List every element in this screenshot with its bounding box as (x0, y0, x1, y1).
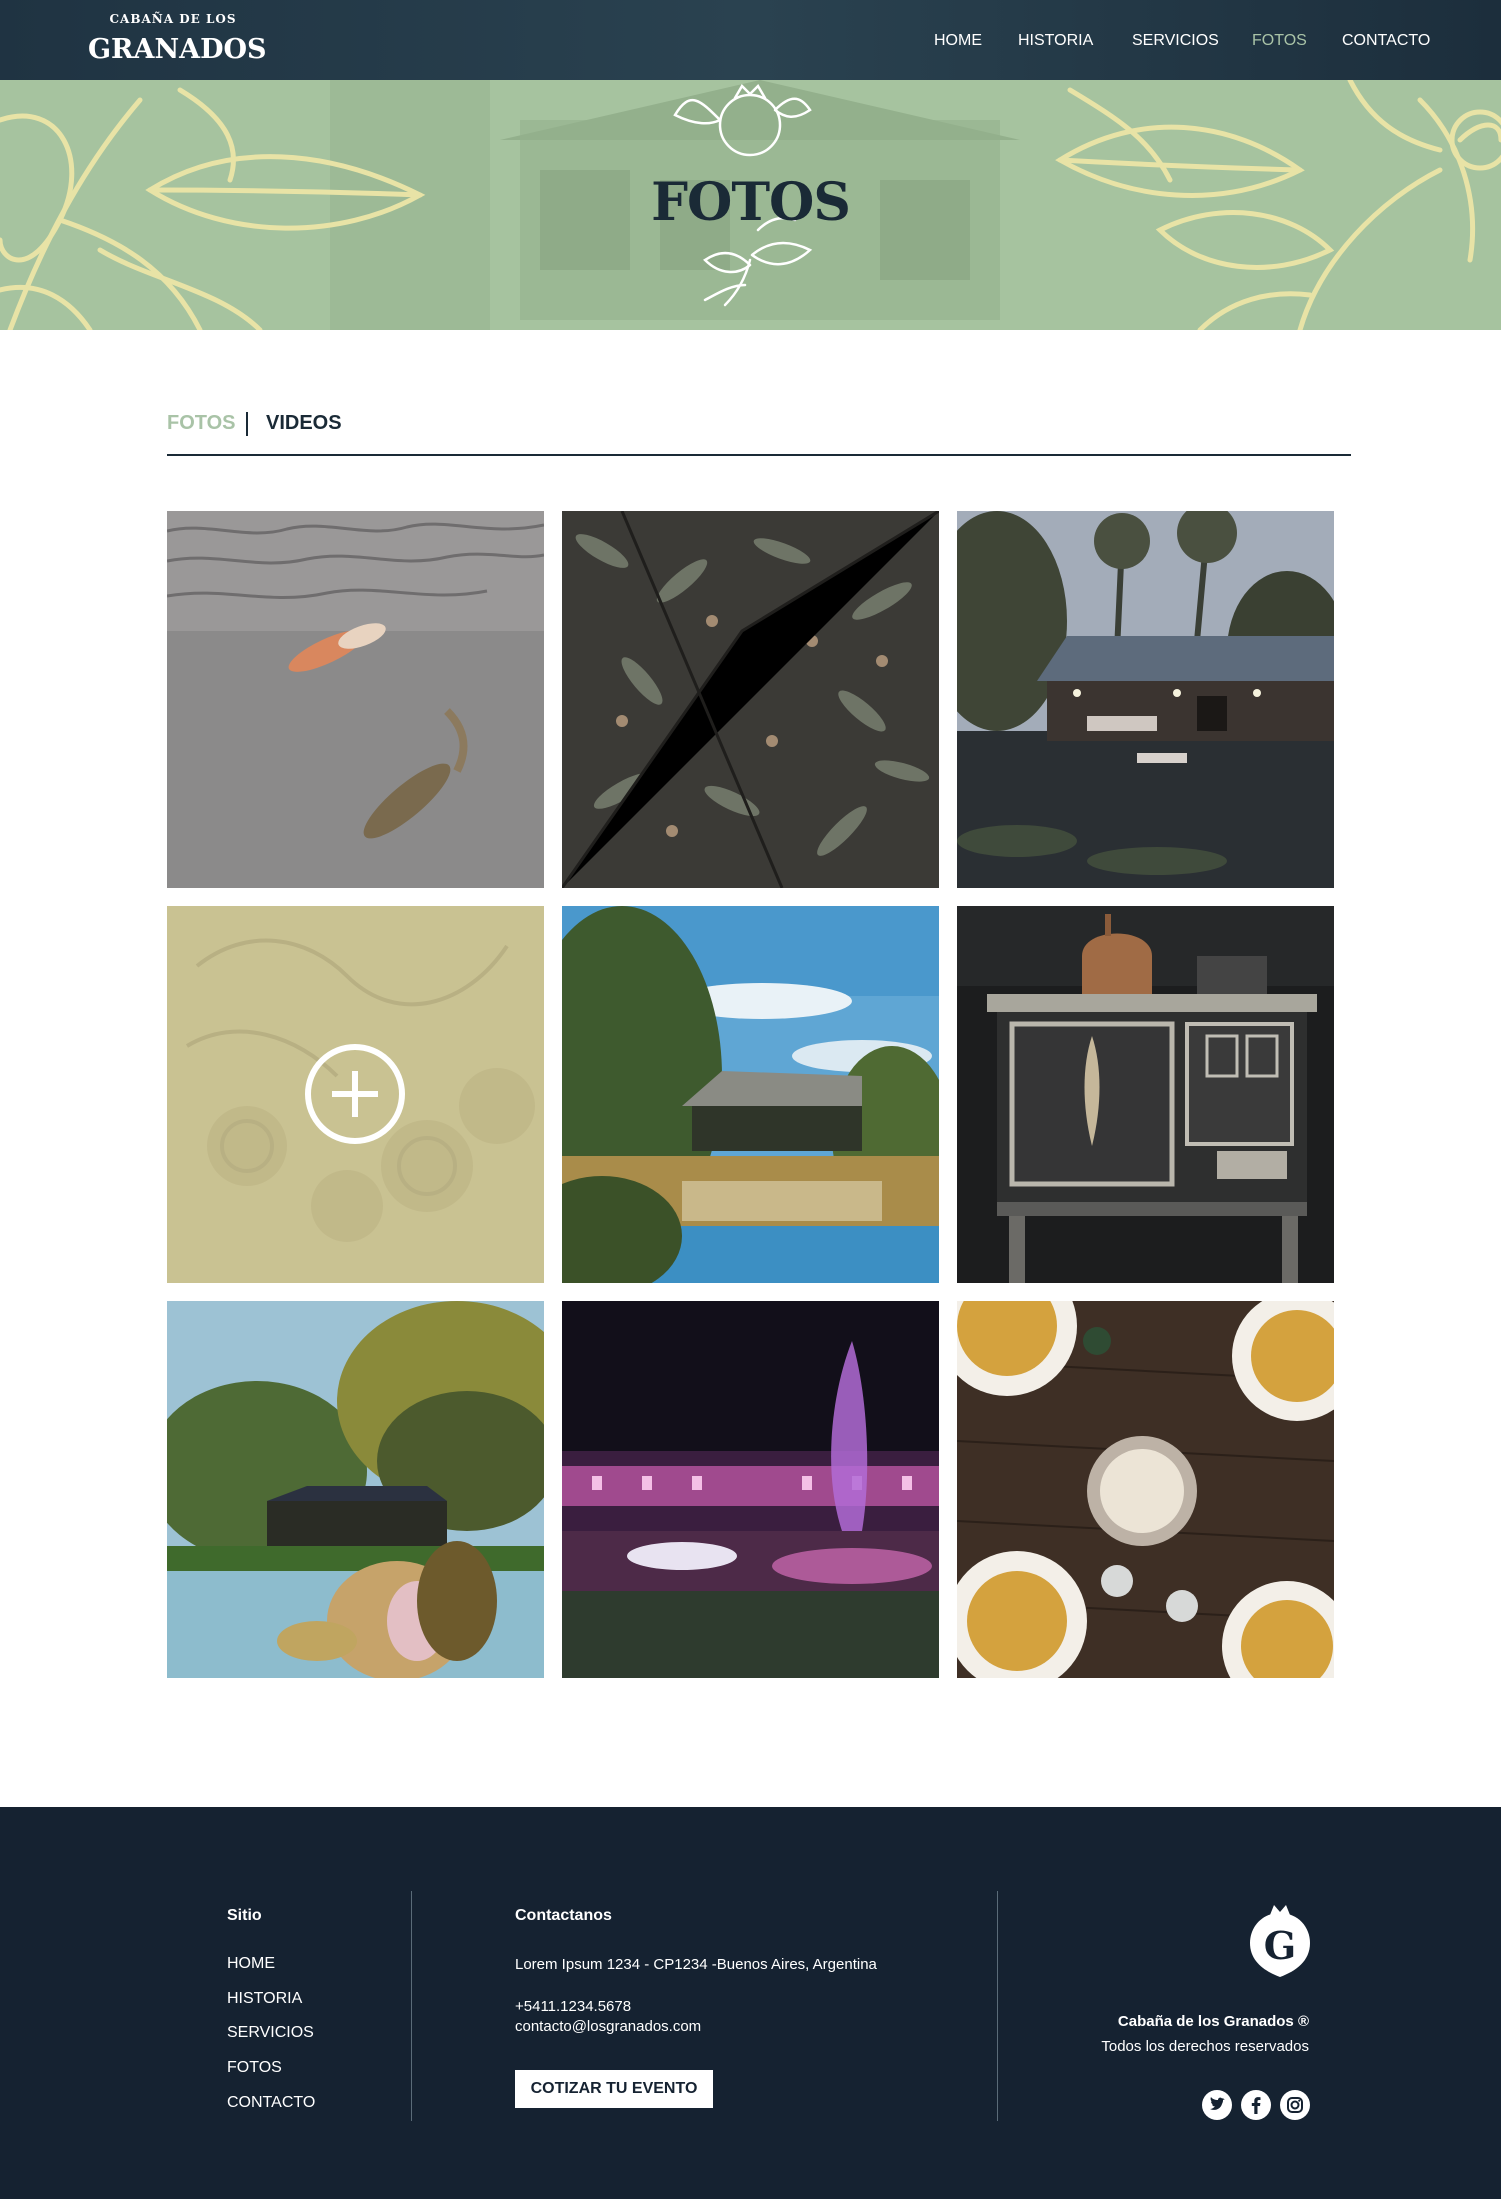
antique-stove-image (957, 906, 1334, 1283)
gallery-photo-cabin-lake[interactable] (957, 511, 1334, 888)
footer-divider-left (411, 1891, 412, 2121)
page-title: FOTOS (651, 172, 851, 233)
tab-separator (246, 412, 248, 436)
twitter-icon[interactable] (1202, 2090, 1232, 2120)
footer-link-servicios[interactable]: SERVICIOS (227, 2024, 314, 2042)
gallery-photo-garden-flowers[interactable] (167, 1301, 544, 1678)
gallery-photo-olive-tree[interactable] (562, 511, 939, 888)
hero-banner: FOTOS (0, 80, 1501, 330)
gallery-photo-antique-stove[interactable] (957, 906, 1334, 1283)
fountain-night-image (562, 1301, 939, 1678)
site-footer: Sitio HOME HISTORIA SERVICIOS FOTOS CONT… (0, 1807, 1501, 2199)
svg-text:G: G (1264, 1923, 1296, 1968)
nav-contacto[interactable]: CONTACTO (1342, 32, 1430, 50)
plus-circle-icon[interactable] (305, 1044, 405, 1144)
footer-link-fotos[interactable]: FOTOS (227, 2059, 282, 2077)
footer-phone[interactable]: +5411.1234.5678 (515, 1998, 631, 2015)
koi-pond-image (167, 511, 544, 888)
nav-fotos[interactable]: FOTOS (1252, 32, 1307, 50)
logo-small-text: CABAÑA DE LOS (109, 12, 237, 26)
footer-link-historia[interactable]: HISTORIA (227, 1990, 302, 2008)
footer-link-contacto[interactable]: CONTACTO (227, 2094, 315, 2112)
cotizar-evento-button[interactable]: COTIZAR TU EVENTO (515, 2070, 713, 2108)
instagram-icon[interactable] (1280, 2090, 1310, 2120)
cabin-pond-image (562, 906, 939, 1283)
footer-contact-heading: Contactanos (515, 1907, 612, 1924)
top-nav: CABAÑA DE LOS GRANADOS HOME HISTORIA SER… (0, 0, 1501, 80)
media-tabs: FOTOS VIDEOS (167, 410, 1351, 456)
tab-videos[interactable]: VIDEOS (266, 412, 342, 435)
nav-home[interactable]: HOME (934, 32, 982, 50)
tab-fotos[interactable]: FOTOS (167, 412, 236, 435)
footer-address: Lorem Ipsum 1234 - CP1234 -Buenos Aires,… (515, 1956, 877, 1973)
gallery-photo-cabin-pond[interactable] (562, 906, 939, 1283)
photo-gallery (167, 511, 1335, 1679)
footer-email[interactable]: contacto@losgranados.com (515, 2018, 701, 2035)
gallery-photo-fountain-night[interactable] (562, 1301, 939, 1678)
cabin-lake-image (957, 511, 1334, 888)
nav-servicios[interactable]: SERVICIOS (1132, 32, 1219, 50)
gallery-photo-risotto-table[interactable] (957, 1301, 1334, 1678)
pomegranate-emblem-icon: G (1250, 1905, 1310, 1977)
olive-tree-image (562, 511, 939, 888)
garden-flowers-image (167, 1301, 544, 1678)
footer-link-home[interactable]: HOME (227, 1955, 275, 1973)
main-menu: HOME HISTORIA SERVICIOS FOTOS CONTACTO (0, 32, 1501, 52)
footer-brand-name: Cabaña de los Granados ® (1117, 2013, 1309, 2030)
nav-historia[interactable]: HISTORIA (1018, 32, 1093, 50)
gallery-photo-more[interactable] (167, 906, 544, 1283)
footer-brand-rights: Todos los derechos reservados (1101, 2038, 1309, 2055)
footer-sitio-heading: Sitio (227, 1907, 262, 1924)
footer-divider-right (997, 1891, 998, 2121)
risotto-table-image (957, 1301, 1334, 1678)
gallery-photo-koi-pond[interactable] (167, 511, 544, 888)
facebook-icon[interactable] (1241, 2090, 1271, 2120)
